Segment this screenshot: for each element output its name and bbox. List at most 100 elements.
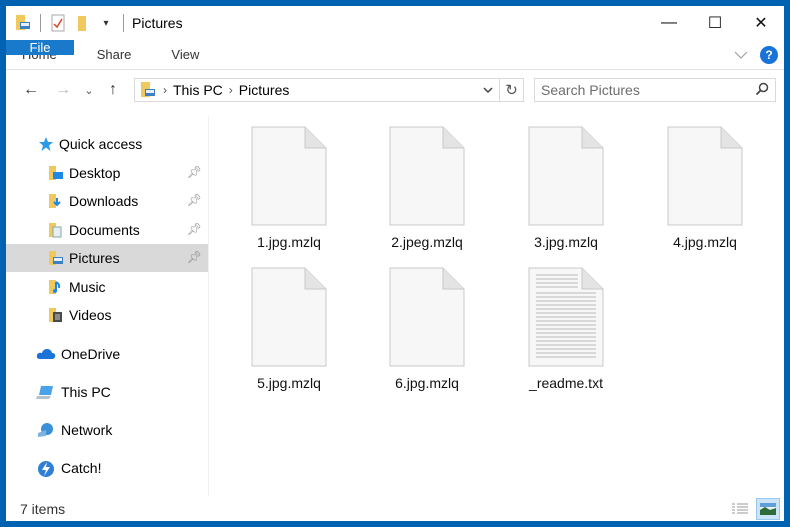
sidebar-item-label: Network: [61, 422, 113, 438]
file-item[interactable]: _readme.txt: [506, 267, 626, 391]
help-button[interactable]: ?: [760, 46, 778, 64]
sidebar-item-label: This PC: [61, 384, 111, 400]
file-name: 4.jpg.mzlq: [673, 234, 737, 250]
large-icons-view-icon: [760, 503, 776, 515]
sidebar-item-downloads[interactable]: Downloads 📌︎: [6, 187, 208, 215]
tab-file[interactable]: File: [6, 40, 74, 55]
pin-icon[interactable]: 📌︎: [187, 222, 202, 236]
videos-folder-icon: [48, 307, 64, 323]
sidebar-item-label: Desktop: [69, 165, 121, 181]
up-button[interactable]: ↑: [100, 77, 126, 103]
large-icons-view-button[interactable]: [756, 498, 780, 520]
onedrive-icon: [36, 346, 56, 362]
file-item[interactable]: 5.jpg.mzlq: [229, 267, 349, 391]
sidebar-item-music[interactable]: Music: [6, 273, 208, 301]
back-button[interactable]: ←: [18, 77, 44, 103]
sidebar-item-this-pc[interactable]: This PC: [6, 378, 208, 406]
downloads-folder-icon: [48, 193, 64, 209]
details-view-button[interactable]: [728, 498, 752, 520]
file-list: 1.jpg.mzlq 2.jpeg.mzlq 3.jpg.mzlq 4.jpg.…: [209, 116, 784, 496]
sidebar-item-network[interactable]: Network: [6, 416, 208, 444]
file-name: 1.jpg.mzlq: [257, 234, 321, 250]
pictures-location-icon: [139, 81, 157, 99]
expand-ribbon-icon[interactable]: [734, 48, 748, 62]
search-icon[interactable]: [755, 82, 769, 99]
details-view-icon: [732, 503, 748, 514]
forward-button[interactable]: →: [50, 77, 76, 103]
properties-icon[interactable]: [49, 14, 67, 32]
file-item[interactable]: 3.jpg.mzlq: [506, 126, 626, 250]
recent-locations-button[interactable]: ⌄: [80, 77, 98, 103]
sidebar-item-label: Quick access: [59, 136, 143, 152]
sidebar-item-desktop[interactable]: Desktop 📌︎: [6, 159, 208, 187]
file-name: 6.jpg.mzlq: [395, 375, 459, 391]
file-name: 3.jpg.mzlq: [534, 234, 598, 250]
window-title: Pictures: [132, 15, 183, 31]
ribbon-right-controls: ?: [734, 46, 778, 64]
ribbon-tabs: File Home Share View ?: [6, 40, 784, 70]
file-item[interactable]: 2.jpeg.mzlq: [367, 126, 487, 250]
pin-icon[interactable]: 📌︎: [187, 165, 202, 179]
sidebar-item-label: Videos: [69, 307, 112, 323]
tab-share[interactable]: Share: [77, 40, 152, 69]
sidebar-item-catch[interactable]: Catch!: [6, 454, 208, 482]
text-file-icon: [528, 267, 604, 367]
file-item[interactable]: 6.jpg.mzlq: [367, 267, 487, 391]
breadcrumb-separator[interactable]: ›: [229, 83, 233, 97]
catch-icon: [36, 460, 56, 477]
sidebar-item-label: Documents: [69, 222, 140, 238]
address-bar[interactable]: › This PC › Pictures: [134, 78, 500, 102]
sidebar-item-pictures[interactable]: Pictures 📌︎: [6, 244, 208, 272]
sidebar-item-onedrive[interactable]: OneDrive: [6, 340, 208, 368]
music-folder-icon: [48, 279, 64, 295]
file-explorer-window: ▾ Pictures — ☐ ✕ File Home Share View ? …: [6, 6, 784, 521]
file-item[interactable]: 4.jpg.mzlq: [645, 126, 765, 250]
blank-file-icon: [251, 267, 327, 367]
view-switcher: [728, 498, 780, 520]
close-button[interactable]: ✕: [738, 6, 784, 40]
title-bar: ▾ Pictures — ☐ ✕: [6, 6, 784, 40]
file-name: 2.jpeg.mzlq: [391, 234, 463, 250]
maximize-button[interactable]: ☐: [692, 6, 738, 40]
pin-icon[interactable]: 📌︎: [187, 250, 202, 264]
network-icon: [36, 422, 56, 438]
sidebar-item-documents[interactable]: Documents 📌︎: [6, 216, 208, 244]
blank-file-icon: [528, 126, 604, 226]
blank-file-icon: [389, 267, 465, 367]
new-folder-icon[interactable]: [73, 14, 91, 32]
star-icon: [38, 136, 54, 152]
blank-file-icon: [389, 126, 465, 226]
search-placeholder: Search Pictures: [541, 82, 640, 98]
breadcrumb-pictures[interactable]: Pictures: [239, 82, 290, 98]
sidebar-item-label: Pictures: [69, 250, 120, 266]
sidebar-item-label: Catch!: [61, 460, 102, 476]
pin-icon[interactable]: 📌︎: [187, 193, 202, 207]
pictures-folder-icon[interactable]: [14, 14, 32, 32]
minimize-button[interactable]: —: [646, 6, 692, 40]
item-count: 7 items: [20, 500, 66, 517]
search-input[interactable]: Search Pictures: [534, 78, 776, 102]
blank-file-icon: [251, 126, 327, 226]
desktop-folder-icon: [48, 165, 64, 181]
tab-view[interactable]: View: [151, 40, 219, 69]
pictures-folder-icon: [48, 250, 64, 266]
breadcrumb-separator: ›: [163, 83, 167, 97]
file-item[interactable]: 1.jpg.mzlq: [229, 126, 349, 250]
window-controls: — ☐ ✕: [646, 6, 784, 40]
sidebar-item-label: Music: [69, 279, 106, 295]
customize-toolbar-dropdown-icon[interactable]: ▾: [97, 14, 115, 32]
sidebar-item-videos[interactable]: Videos: [6, 301, 208, 329]
documents-folder-icon: [48, 222, 64, 238]
navigation-pane: Quick access Desktop 📌︎ Downloads 📌︎ Doc…: [6, 126, 208, 498]
refresh-button[interactable]: ↻: [500, 78, 524, 102]
sidebar-item-label: OneDrive: [61, 346, 121, 362]
sidebar-item-quick-access[interactable]: Quick access: [6, 130, 208, 158]
quick-access-toolbar: ▾ Pictures: [6, 6, 183, 40]
toolbar-separator: [40, 14, 41, 32]
blank-file-icon: [667, 126, 743, 226]
toolbar-separator: [123, 14, 124, 32]
address-dropdown-button[interactable]: [477, 79, 499, 101]
navigation-bar: ← → ⌄ ↑ › This PC › Pictures ↻ Search Pi…: [6, 76, 784, 104]
breadcrumb-this-pc[interactable]: This PC: [173, 82, 223, 98]
file-name: 5.jpg.mzlq: [257, 375, 321, 391]
